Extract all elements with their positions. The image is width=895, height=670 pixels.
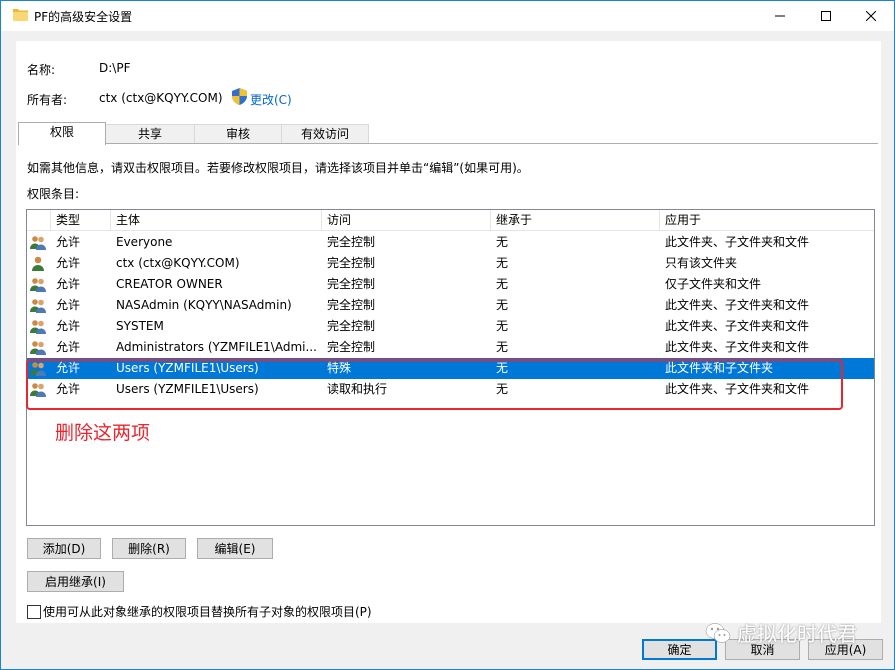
- cell-type: 允许: [56, 298, 81, 312]
- cell-access: 完全控制: [327, 319, 376, 333]
- cell-type: 允许: [56, 319, 81, 333]
- column-access[interactable]: 访问: [322, 210, 491, 230]
- cell-access: 完全控制: [327, 235, 376, 249]
- cell-inherited: 无: [496, 256, 509, 270]
- cell-inherited: 无: [496, 277, 509, 291]
- owner-value: ctx (ctx@KQYY.COM): [99, 91, 223, 105]
- cell-type: 允许: [56, 277, 81, 291]
- cell-applies: 仅子文件夹和文件: [665, 277, 762, 291]
- cell-applies: 此文件夹、子文件夹和文件: [665, 298, 810, 312]
- cell-applies: 此文件夹、子文件夹和文件: [665, 235, 810, 249]
- cell-access: 完全控制: [327, 256, 376, 270]
- tab-share[interactable]: 共享: [105, 124, 195, 144]
- users-group-icon: [30, 236, 46, 250]
- replace-child-permissions-checkbox[interactable]: [27, 605, 41, 619]
- cell-access: 完全控制: [327, 340, 376, 354]
- users-group-icon: [30, 320, 46, 334]
- edit-button[interactable]: 编辑(E): [197, 538, 273, 559]
- users-group-icon: [30, 278, 46, 292]
- list-header: 类型 主体 访问 继承于 应用于: [27, 210, 874, 231]
- cell-principal: ctx (ctx@KQYY.COM): [116, 256, 240, 270]
- permission-entry-row[interactable]: 允许 NASAdmin (KQYY\NASAdmin) 完全控制 无 此文件夹、子文件夹…: [27, 295, 874, 316]
- users-group-icon: [30, 341, 46, 355]
- permission-entry-row[interactable]: 允许 SYSTEM 完全控制 无 此文件夹、子文件夹和文件: [27, 316, 874, 337]
- cell-type: 允许: [56, 235, 81, 249]
- folder-icon: [13, 9, 28, 21]
- permission-entry-row[interactable]: 允许 ctx (ctx@KQYY.COM) 完全控制 无 只有该文件夹: [27, 253, 874, 274]
- title-bar: PF的高级安全设置: [1, 1, 894, 31]
- cell-type: 允许: [56, 340, 81, 354]
- annotation-text: 删除这两项: [55, 422, 151, 444]
- tab-effective-access[interactable]: 有效访问: [281, 124, 369, 144]
- cell-access: 完全控制: [327, 298, 376, 312]
- window-title: PF的高级安全设置: [34, 10, 133, 24]
- maximize-button[interactable]: [803, 1, 849, 31]
- close-button[interactable]: [848, 1, 894, 31]
- users-group-icon: [30, 299, 46, 313]
- remove-button[interactable]: 删除(R): [112, 538, 186, 559]
- column-principal[interactable]: 主体: [111, 210, 322, 230]
- cell-principal: SYSTEM: [116, 319, 164, 333]
- cell-inherited: 无: [496, 235, 509, 249]
- close-icon: [866, 11, 876, 21]
- enable-inheritance-button[interactable]: 启用继承(I): [27, 571, 124, 592]
- annotation-highlight-box: [26, 359, 843, 410]
- advanced-security-dialog: PF的高级安全设置 名称: D:\PF 所有者: ctx (ctx@KQYY.C…: [0, 0, 895, 670]
- watermark: 虚拟化时代君: [705, 618, 857, 647]
- name-label: 名称:: [27, 63, 56, 77]
- column-icon: [27, 210, 51, 230]
- add-button[interactable]: 添加(D): [27, 538, 101, 559]
- cell-principal: NASAdmin (KQYY\NASAdmin): [116, 298, 292, 312]
- minimize-button[interactable]: [757, 1, 803, 31]
- cell-principal: CREATOR OWNER: [116, 277, 223, 291]
- permission-entry-row[interactable]: 允许 Administrators (YZMFILE1\Admi... 完全控制 无 此…: [27, 337, 874, 358]
- cell-inherited: 无: [496, 298, 509, 312]
- maximize-icon: [821, 11, 831, 21]
- cell-principal: Everyone: [116, 235, 173, 249]
- cell-inherited: 无: [496, 319, 509, 333]
- cell-principal: Administrators (YZMFILE1\Admi...: [116, 340, 317, 354]
- cell-applies: 此文件夹、子文件夹和文件: [665, 340, 810, 354]
- cell-inherited: 无: [496, 340, 509, 354]
- change-owner-link[interactable]: 更改(C): [250, 91, 292, 108]
- dialog-content: 名称: D:\PF 所有者: ctx (ctx@KQYY.COM) 更改(C) …: [16, 41, 881, 623]
- permission-entries-label: 权限条目:: [27, 187, 80, 201]
- instructions-text: 如需其他信息，请双击权限项目。若要修改权限项目，请选择该项目并单击“编辑”(如果…: [27, 161, 529, 175]
- column-inherited-from[interactable]: 继承于: [491, 210, 660, 230]
- user-icon: [32, 256, 44, 271]
- minimize-icon: [775, 15, 785, 17]
- shield-icon: [232, 88, 247, 105]
- column-applies-to[interactable]: 应用于: [660, 210, 874, 230]
- name-value: D:\PF: [99, 61, 131, 75]
- owner-label: 所有者:: [27, 93, 68, 107]
- permission-entry-row[interactable]: 允许 Everyone 完全控制 无 此文件夹、子文件夹和文件: [27, 232, 874, 253]
- cell-applies: 此文件夹、子文件夹和文件: [665, 319, 810, 333]
- watermark-text: 虚拟化时代君: [737, 622, 857, 646]
- cell-type: 允许: [56, 256, 81, 270]
- permission-entry-row[interactable]: 允许 CREATOR OWNER 完全控制 无 仅子文件夹和文件: [27, 274, 874, 295]
- wechat-icon: [705, 622, 731, 643]
- column-type[interactable]: 类型: [51, 210, 111, 230]
- tab-permissions[interactable]: 权限: [18, 122, 106, 145]
- cell-access: 完全控制: [327, 277, 376, 291]
- cell-applies: 只有该文件夹: [665, 256, 738, 270]
- tab-auditing[interactable]: 审核: [194, 124, 282, 144]
- replace-child-permissions-label: 使用可从此对象继承的权限项目替换所有子对象的权限项目(P): [43, 605, 372, 619]
